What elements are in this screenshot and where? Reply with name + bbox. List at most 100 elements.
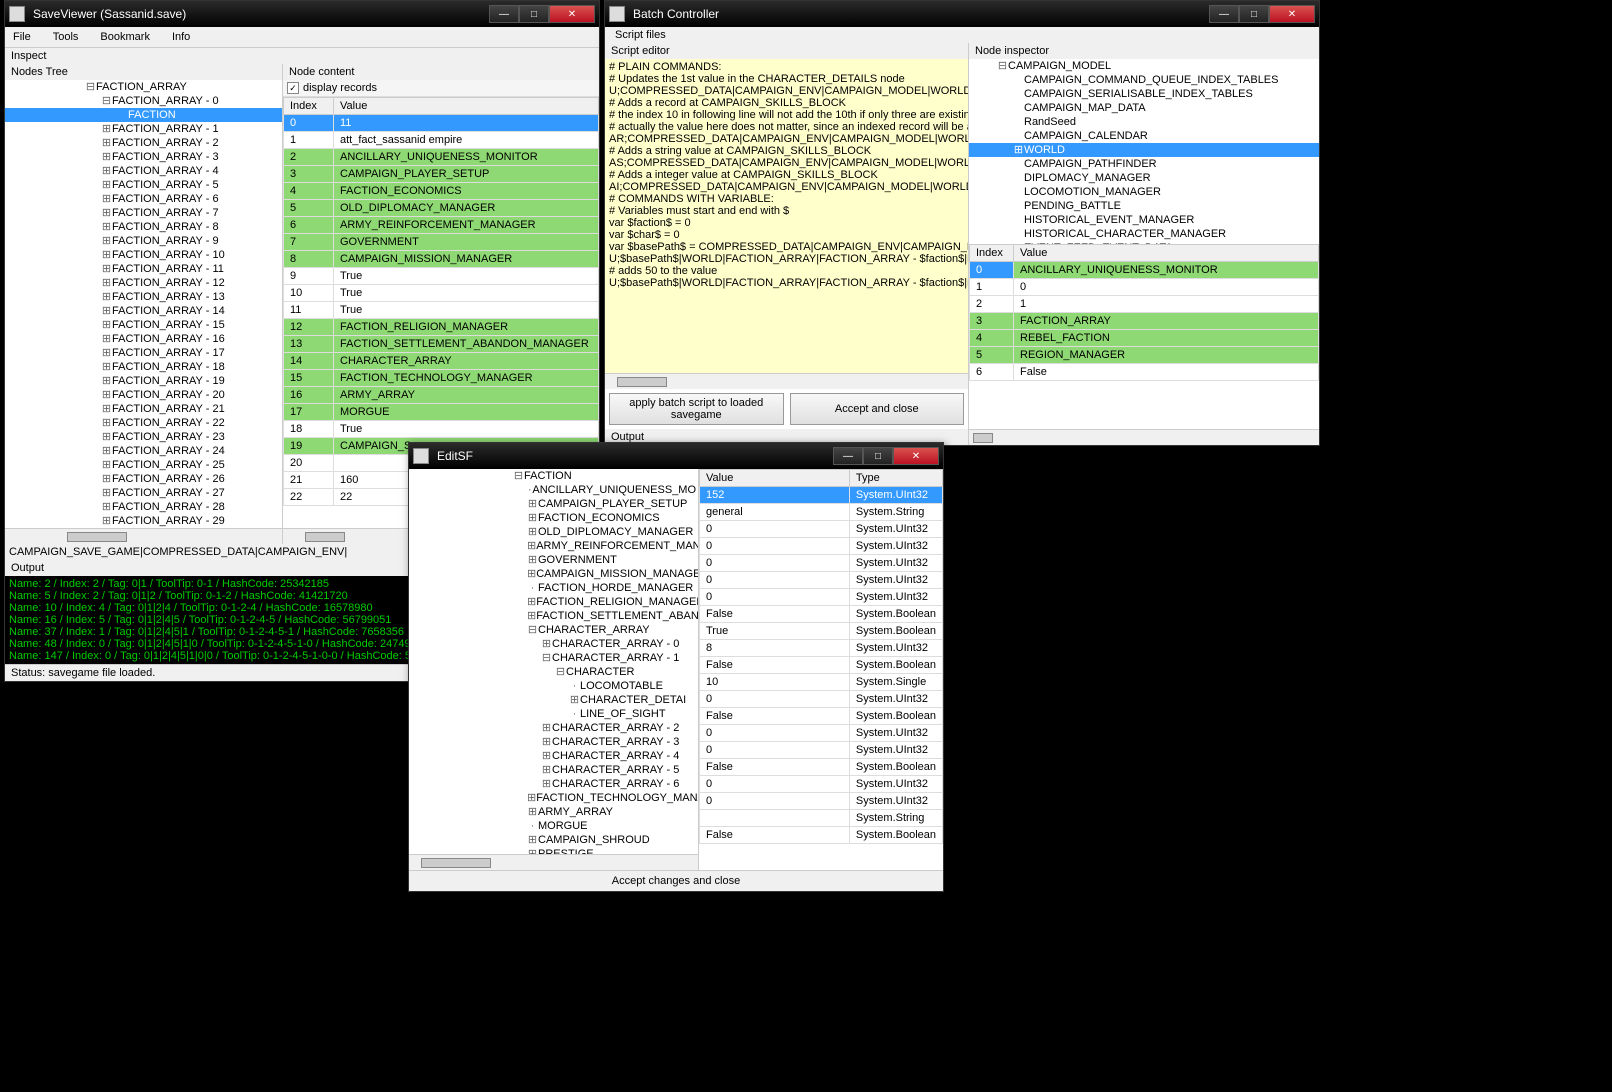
tree-node[interactable]: ⊞ OLD_DIPLOMACY_MANAGER <box>509 525 698 539</box>
tree-node[interactable]: ⊟ CHARACTER_ARRAY <box>509 623 698 637</box>
menu-file[interactable]: File <box>9 29 35 45</box>
table-row[interactable]: generalSystem.String <box>700 504 943 521</box>
tree-node[interactable]: ⊞ FACTION_ARRAY - 10 <box>5 248 282 262</box>
tree-node[interactable]: · LINE_OF_SIGHT <box>509 707 698 721</box>
table-row[interactable]: 10 <box>970 279 1319 296</box>
tree-node[interactable]: ⊞ ARMY_ARRAY <box>509 805 698 819</box>
inspector-table-wrap[interactable]: IndexValue 0ANCILLARY_UNIQUENESS_MONITOR… <box>969 244 1319 429</box>
tree-node[interactable]: ⊞ FACTION_ARRAY - 24 <box>5 444 282 458</box>
table-row[interactable]: 21 <box>970 296 1319 313</box>
apply-batch-button[interactable]: apply batch script to loaded savegame <box>609 393 784 425</box>
close-button[interactable]: ✕ <box>893 447 939 465</box>
tree-node[interactable]: ⊞ CHARACTER_ARRAY - 0 <box>509 637 698 651</box>
table-row[interactable]: 1att_fact_sassanid empire <box>284 132 599 149</box>
col-index[interactable]: Index <box>970 245 1014 262</box>
table-row[interactable]: 14CHARACTER_ARRAY <box>284 353 599 370</box>
table-row[interactable]: 12FACTION_RELIGION_MANAGER <box>284 319 599 336</box>
table-row[interactable]: 16ARMY_ARRAY <box>284 387 599 404</box>
table-row[interactable]: 9True <box>284 268 599 285</box>
tree-node[interactable]: ⊞ FACTION_SETTLEMENT_ABAN <box>509 609 698 623</box>
table-row[interactable]: System.String <box>700 810 943 827</box>
tree-node[interactable]: ⊞ CHARACTER_ARRAY - 5 <box>509 763 698 777</box>
accept-changes-button[interactable]: Accept changes and close <box>612 875 740 887</box>
tree-node[interactable]: ⊞ FACTION_ARRAY - 3 <box>5 150 282 164</box>
tree-node[interactable]: ⊞ FACTION_ARRAY - 1 <box>5 122 282 136</box>
tree-node[interactable]: RandSeed <box>969 115 1319 129</box>
minimize-button[interactable]: — <box>489 5 519 23</box>
close-button[interactable]: ✕ <box>549 5 595 23</box>
table-row[interactable]: 8System.UInt32 <box>700 640 943 657</box>
tree-node[interactable]: ⊞ FACTION_ARRAY - 5 <box>5 178 282 192</box>
tree-node[interactable]: ⊟ CHARACTER_ARRAY - 1 <box>509 651 698 665</box>
maximize-button[interactable]: □ <box>519 5 549 23</box>
table-row[interactable]: 0System.UInt32 <box>700 538 943 555</box>
tree-node[interactable]: HISTORICAL_CHARACTER_MANAGER <box>969 227 1319 241</box>
editsf-tree[interactable]: ⊟ FACTION· ANCILLARY_UNIQUENESS_MO⊞ CAMP… <box>409 469 698 854</box>
table-row[interactable]: 5OLD_DIPLOMACY_MANAGER <box>284 200 599 217</box>
tree-node[interactable]: · FACTION_HORDE_MANAGER <box>509 581 698 595</box>
tree-node[interactable]: ⊞ FACTION_ARRAY - 4 <box>5 164 282 178</box>
script-editor[interactable]: # PLAIN COMMANDS:# Updates the 1st value… <box>605 59 968 373</box>
tree-node[interactable]: CAMPAIGN_PATHFINDER <box>969 157 1319 171</box>
minimize-button[interactable]: — <box>1209 5 1239 23</box>
accept-close-button[interactable]: Accept and close <box>790 393 965 425</box>
tree-node[interactable]: ⊞ PRESTIGE <box>509 847 698 854</box>
table-row[interactable]: TrueSystem.Boolean <box>700 623 943 640</box>
tree-node[interactable]: ⊞ FACTION_ARRAY - 18 <box>5 360 282 374</box>
tree-node[interactable]: ⊞ FACTION_ARRAY - 8 <box>5 220 282 234</box>
tree-node[interactable]: ⊞ FACTION_ARRAY - 12 <box>5 276 282 290</box>
table-row[interactable]: 6False <box>970 364 1319 381</box>
table-row[interactable]: 8CAMPAIGN_MISSION_MANAGER <box>284 251 599 268</box>
tree-node[interactable]: ⊞ FACTION_ARRAY - 11 <box>5 262 282 276</box>
tree-node[interactable]: LOCOMOTION_MANAGER <box>969 185 1319 199</box>
tree-node[interactable]: ⊞ FACTION_ARRAY - 20 <box>5 388 282 402</box>
col-index[interactable]: Index <box>284 98 334 115</box>
col-type[interactable]: Type <box>849 470 942 487</box>
table-row[interactable]: FalseSystem.Boolean <box>700 827 943 844</box>
table-row[interactable]: 3CAMPAIGN_PLAYER_SETUP <box>284 166 599 183</box>
tree-node[interactable]: ⊞ FACTION_ARRAY - 22 <box>5 416 282 430</box>
titlebar-saveviewer[interactable]: SaveViewer (Sassanid.save) — □ ✕ <box>5 1 599 27</box>
tree-node[interactable]: CAMPAIGN_MAP_DATA <box>969 101 1319 115</box>
table-row[interactable]: 10True <box>284 285 599 302</box>
tree-node[interactable]: ⊞ FACTION_ARRAY - 27 <box>5 486 282 500</box>
table-row[interactable]: 0System.UInt32 <box>700 555 943 572</box>
tree-node[interactable]: · ANCILLARY_UNIQUENESS_MO <box>509 483 698 497</box>
minimize-button[interactable]: — <box>833 447 863 465</box>
tree-node[interactable]: CAMPAIGN_CALENDAR <box>969 129 1319 143</box>
tree-node[interactable]: ⊟ CHARACTER <box>509 665 698 679</box>
close-button[interactable]: ✕ <box>1269 5 1315 23</box>
maximize-button[interactable]: □ <box>1239 5 1269 23</box>
table-row[interactable]: 10System.Single <box>700 674 943 691</box>
table-row[interactable]: 15FACTION_TECHNOLOGY_MANAGER <box>284 370 599 387</box>
table-row[interactable]: 0System.UInt32 <box>700 521 943 538</box>
col-value[interactable]: Value <box>1014 245 1319 262</box>
table-row[interactable]: 011 <box>284 115 599 132</box>
table-row[interactable]: 152System.UInt32 <box>700 487 943 504</box>
editsf-table-wrap[interactable]: ValueType 152System.UInt32generalSystem.… <box>699 469 943 870</box>
tree-node[interactable]: ⊞ FACTION_ARRAY - 14 <box>5 304 282 318</box>
table-row[interactable]: FalseSystem.Boolean <box>700 708 943 725</box>
table-row[interactable]: FalseSystem.Boolean <box>700 606 943 623</box>
tree-node[interactable]: ⊞ FACTION_RELIGION_MANAGER <box>509 595 698 609</box>
menu-bookmark[interactable]: Bookmark <box>96 29 154 45</box>
tree-node[interactable]: ⊞ CHARACTER_ARRAY - 4 <box>509 749 698 763</box>
tree-node[interactable]: ⊞ FACTION_ARRAY - 23 <box>5 430 282 444</box>
table-row[interactable]: 4REBEL_FACTION <box>970 330 1319 347</box>
inspector-hscroll[interactable] <box>969 429 1319 445</box>
table-row[interactable]: 0System.UInt32 <box>700 776 943 793</box>
table-row[interactable]: 0System.UInt32 <box>700 725 943 742</box>
tree-node[interactable]: ⊟ FACTION <box>509 469 698 483</box>
tree-hscroll[interactable] <box>5 528 282 544</box>
tree-node[interactable]: ⊟ FACTION_ARRAY - 0 <box>5 94 282 108</box>
table-row[interactable]: FalseSystem.Boolean <box>700 657 943 674</box>
tree-node[interactable]: ⊞ FACTION_ARRAY - 21 <box>5 402 282 416</box>
tree-node[interactable]: PENDING_BATTLE <box>969 199 1319 213</box>
table-row[interactable]: 0System.UInt32 <box>700 691 943 708</box>
table-row[interactable]: 0ANCILLARY_UNIQUENESS_MONITOR <box>970 262 1319 279</box>
table-row[interactable]: 0System.UInt32 <box>700 589 943 606</box>
tree-node[interactable]: CAMPAIGN_COMMAND_QUEUE_INDEX_TABLES <box>969 73 1319 87</box>
tree-node[interactable]: ⊞ FACTION_ECONOMICS <box>509 511 698 525</box>
tree-node[interactable]: ⊞ FACTION_ARRAY - 26 <box>5 472 282 486</box>
tree-node[interactable]: ⊞ FACTION_ARRAY - 28 <box>5 500 282 514</box>
